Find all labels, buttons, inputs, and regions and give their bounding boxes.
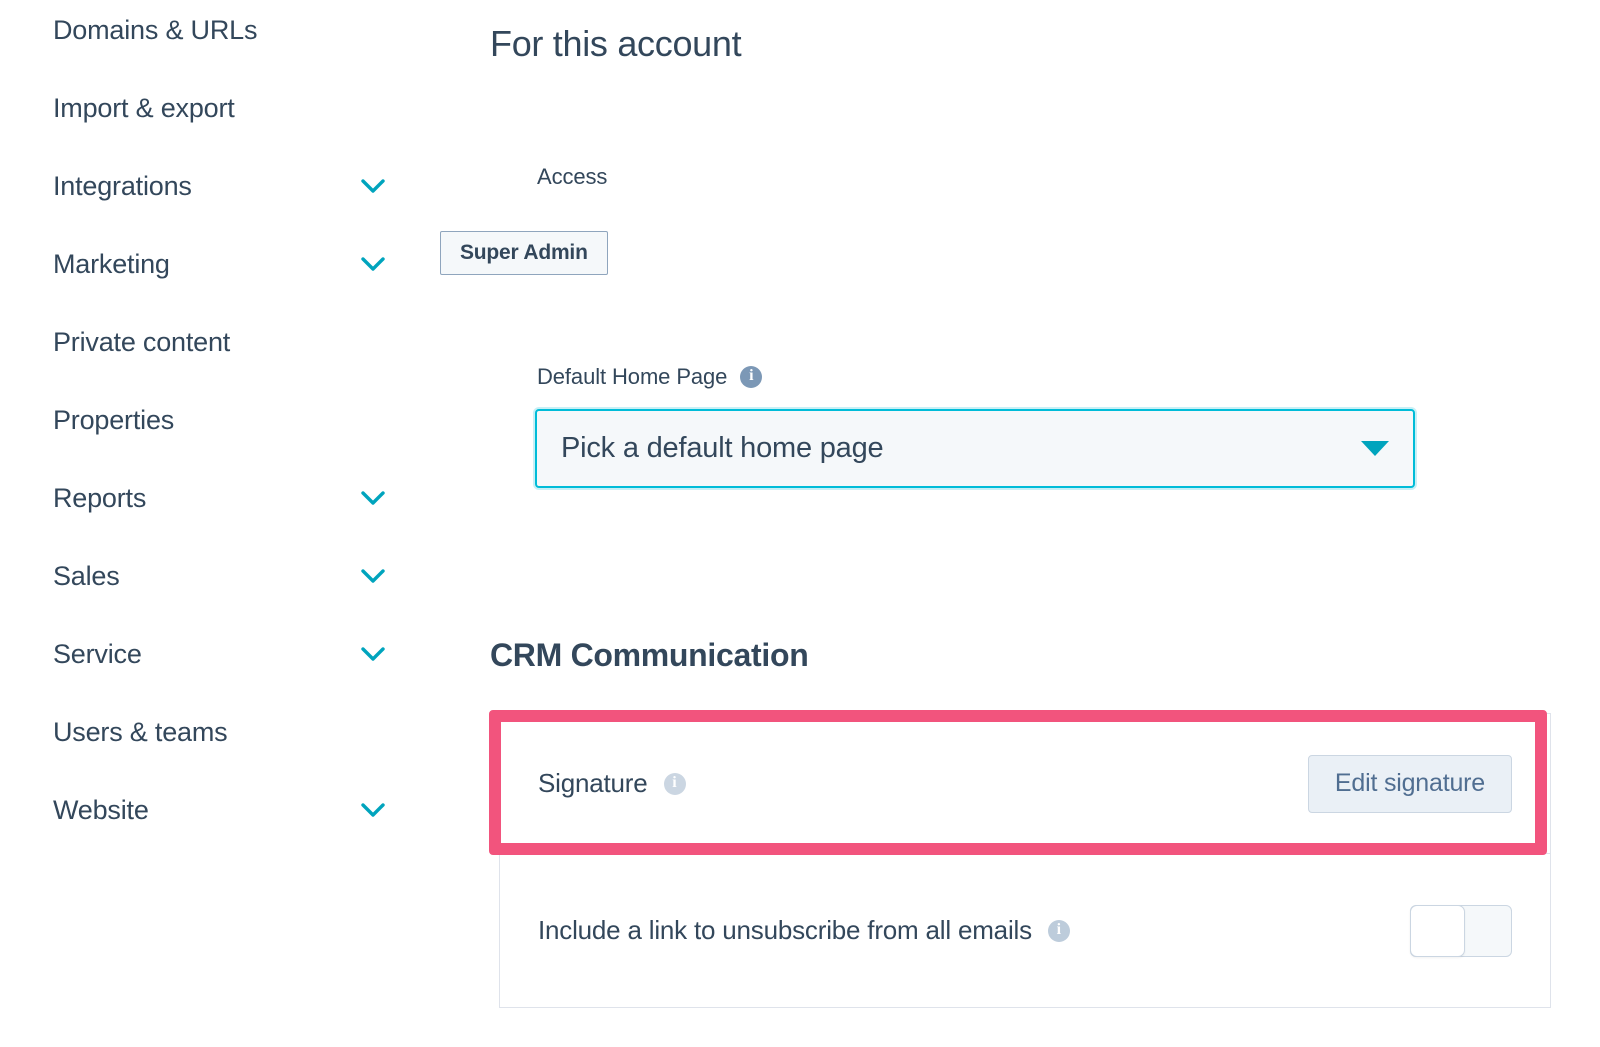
access-level-chip: Super Admin bbox=[440, 231, 608, 275]
sidebar-item-label: Sales bbox=[53, 560, 120, 591]
chevron-down-icon[interactable] bbox=[360, 490, 386, 506]
crm-communication-heading: CRM Communication bbox=[490, 637, 809, 673]
unsubscribe-card: Include a link to unsubscribe from all e… bbox=[499, 853, 1551, 1008]
sidebar-item-properties[interactable]: Properties bbox=[0, 396, 440, 444]
sidebar-item-marketing[interactable]: Marketing bbox=[0, 240, 440, 288]
signature-row: Signature i Edit signature bbox=[500, 714, 1550, 853]
chevron-down-icon[interactable] bbox=[360, 568, 386, 584]
edit-signature-button[interactable]: Edit signature bbox=[1307, 754, 1512, 813]
signature-label-group: Signature i bbox=[538, 768, 686, 799]
main-content: For this account Access Super Admin Defa… bbox=[440, 0, 1600, 1047]
access-label: Access bbox=[537, 164, 608, 189]
default-home-page-select[interactable]: Pick a default home page bbox=[535, 409, 1415, 488]
info-icon[interactable]: i bbox=[740, 366, 763, 388]
settings-sidebar: Domains & URLs Import & export Integrati… bbox=[0, 0, 440, 1047]
sidebar-item-sales[interactable]: Sales bbox=[0, 552, 440, 600]
sidebar-item-label: Import & export bbox=[53, 92, 235, 123]
unsubscribe-toggle[interactable] bbox=[1410, 904, 1512, 957]
sidebar-item-label: Website bbox=[53, 794, 149, 825]
chevron-down-icon[interactable] bbox=[360, 256, 386, 272]
chevron-down-icon[interactable] bbox=[360, 802, 386, 818]
sidebar-item-reports[interactable]: Reports bbox=[0, 474, 440, 522]
unsubscribe-row: Include a link to unsubscribe from all e… bbox=[500, 854, 1550, 1007]
default-home-page-placeholder: Pick a default home page bbox=[561, 432, 884, 464]
sidebar-item-label: Private content bbox=[53, 326, 231, 357]
default-home-page-label: Default Home Page bbox=[537, 364, 728, 389]
sidebar-item-label: Marketing bbox=[53, 248, 170, 279]
sidebar-item-label: Service bbox=[53, 638, 142, 669]
signature-label: Signature bbox=[538, 768, 648, 798]
sidebar-item-service[interactable]: Service bbox=[0, 630, 440, 678]
info-icon[interactable]: i bbox=[663, 772, 686, 795]
chevron-down-icon[interactable] bbox=[360, 646, 386, 662]
toggle-knob bbox=[1410, 904, 1465, 957]
sidebar-item-label: Reports bbox=[53, 482, 147, 513]
sidebar-item-label: Users & teams bbox=[53, 716, 228, 747]
sidebar-item-users-teams[interactable]: Users & teams bbox=[0, 708, 440, 756]
default-home-page-label-row: Default Home Page i bbox=[537, 364, 763, 390]
sidebar-item-label: Integrations bbox=[53, 170, 192, 201]
unsubscribe-label: Include a link to unsubscribe from all e… bbox=[538, 915, 1032, 945]
sidebar-item-website[interactable]: Website bbox=[0, 786, 440, 834]
caret-down-icon[interactable] bbox=[1361, 441, 1389, 456]
settings-page: Domains & URLs Import & export Integrati… bbox=[0, 0, 1600, 1047]
page-title: For this account bbox=[490, 23, 742, 64]
chevron-down-icon[interactable] bbox=[360, 178, 386, 194]
sidebar-item-import-export[interactable]: Import & export bbox=[0, 84, 440, 132]
unsubscribe-label-group: Include a link to unsubscribe from all e… bbox=[538, 915, 1070, 946]
sidebar-item-label: Properties bbox=[53, 404, 175, 435]
sidebar-item-domains-urls[interactable]: Domains & URLs bbox=[0, 6, 440, 54]
info-icon[interactable]: i bbox=[1047, 919, 1070, 942]
sidebar-item-label: Domains & URLs bbox=[53, 14, 258, 45]
sidebar-item-integrations[interactable]: Integrations bbox=[0, 162, 440, 210]
sidebar-item-private-content[interactable]: Private content bbox=[0, 318, 440, 366]
signature-card: Signature i Edit signature bbox=[499, 713, 1551, 853]
